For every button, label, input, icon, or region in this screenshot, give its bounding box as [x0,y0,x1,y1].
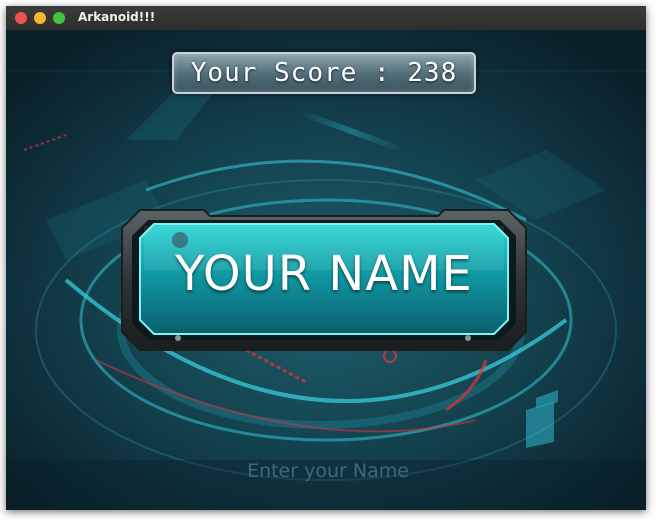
title-bar[interactable]: Arkanoid!!! [6,6,646,30]
game-window: Arkanoid!!! Your Score: 238 YOUR NAME E… [6,6,646,510]
game-scene: Your Score : 238 YOUR NAME Enter your Na… [6,30,646,510]
close-window-button[interactable] [15,12,27,24]
score-label: Your Score : 238 [190,58,458,88]
window-title: Arkanoid!!! [78,10,156,24]
maximize-window-button[interactable] [53,12,65,24]
score-panel: Your Score : 238 [172,52,476,94]
name-title: YOUR NAME [175,246,473,302]
name-panel: YOUR NAME [120,206,528,358]
minimize-window-button[interactable] [34,12,46,24]
player-name-input[interactable] [206,456,450,486]
